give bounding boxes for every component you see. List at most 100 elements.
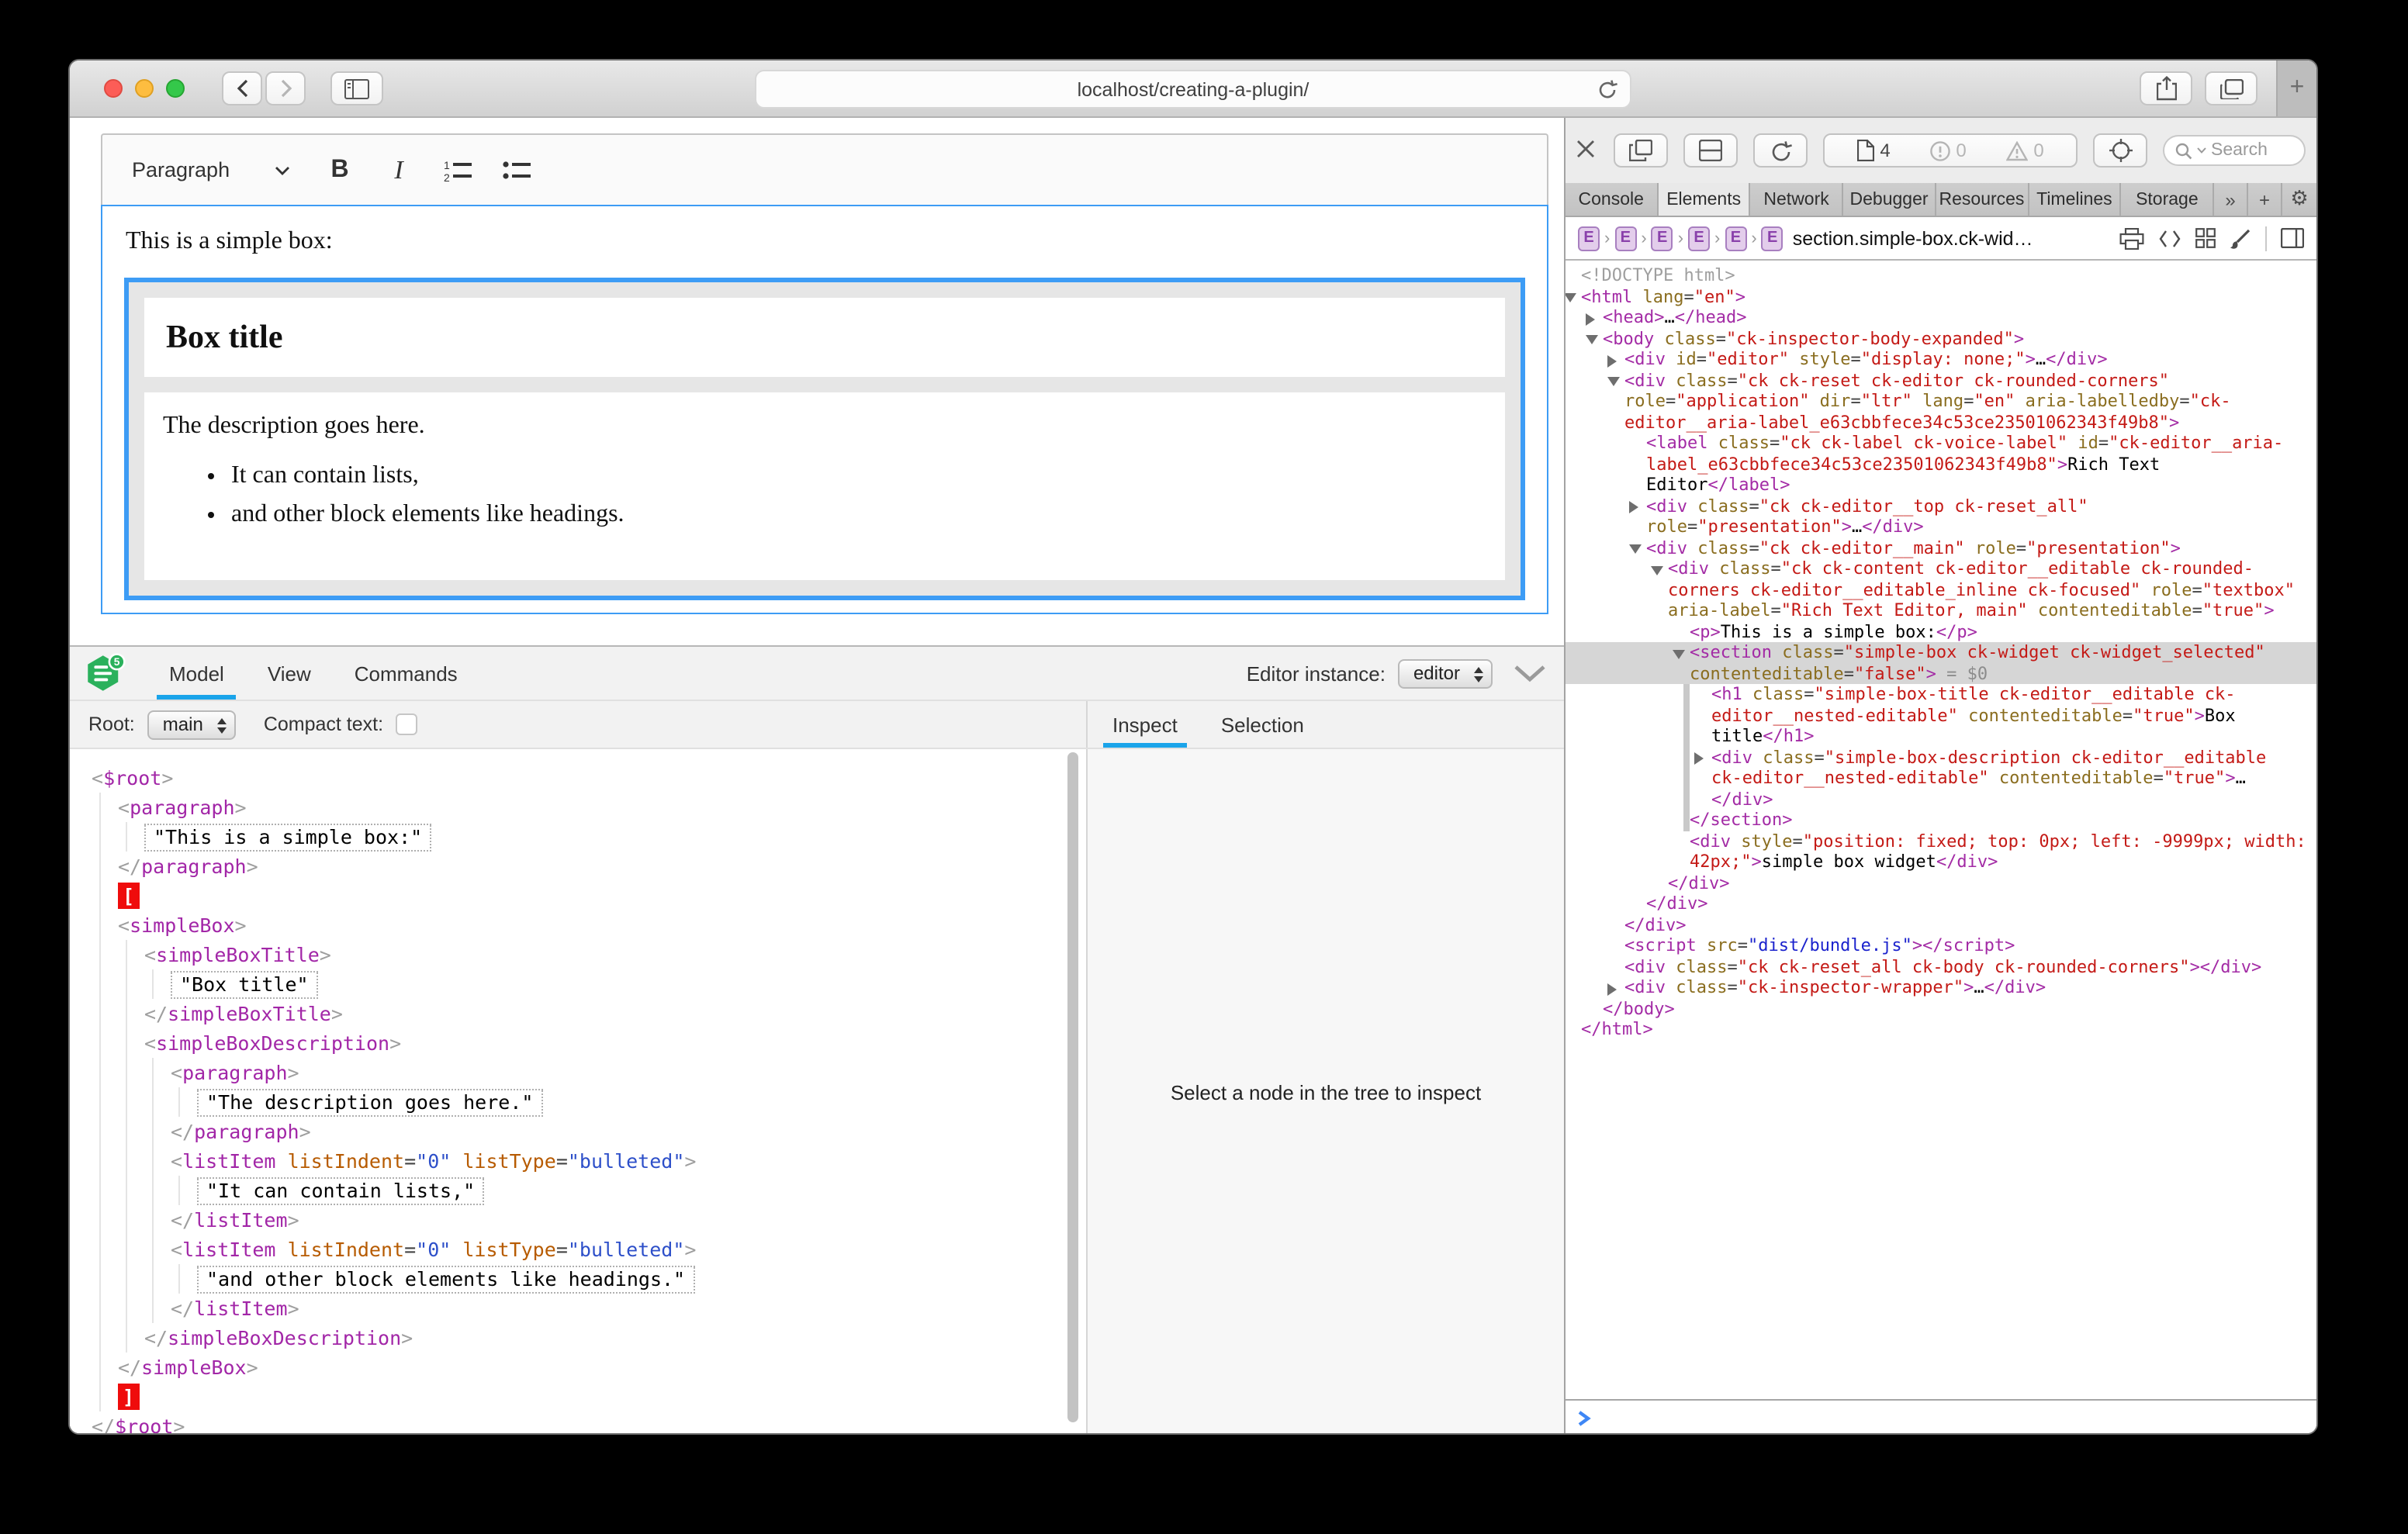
model-element-close[interactable]: </simpleBox> (118, 1353, 1086, 1382)
model-element-close[interactable]: </listItem> (171, 1294, 1086, 1323)
dom-node-line[interactable]: <div style="position: fixed; top: 0px; l… (1566, 831, 2316, 872)
dom-node-line[interactable]: <body class="ck-inspector-body-expanded"… (1566, 328, 2316, 349)
root-select[interactable]: main (147, 710, 236, 739)
disclosure-open-icon[interactable] (1607, 377, 1620, 386)
simple-box-title-area[interactable]: Box title (144, 298, 1505, 377)
editor-instance-select[interactable]: editor (1398, 658, 1493, 688)
element-picker-button[interactable] (2093, 133, 2147, 168)
dom-node-line[interactable]: <head>…</head> (1566, 307, 2316, 328)
close-inspector-button[interactable] (1576, 140, 1598, 161)
list-item[interactable]: It can contain lists, (231, 462, 1486, 490)
disclosure-closed-icon[interactable] (1694, 752, 1704, 765)
disclosure-open-icon[interactable] (1673, 649, 1685, 658)
model-text-node[interactable]: "Box title" (171, 969, 1086, 999)
reload-page-button[interactable] (1753, 133, 1808, 168)
warnings-count-badge[interactable]: 0 (2005, 140, 2043, 161)
model-element-close[interactable]: </simpleBoxDescription> (144, 1323, 1086, 1353)
new-inspector-tab-button[interactable]: + (2248, 183, 2282, 216)
code-brackets-icon[interactable] (2158, 229, 2181, 247)
model-text-node[interactable]: "and other block elements like headings.… (197, 1264, 1086, 1294)
model-text-node[interactable]: "This is a simple box:" (144, 822, 1086, 852)
simple-box-description-area[interactable]: The description goes here. It can contai… (144, 392, 1505, 580)
dom-node-line[interactable]: <!DOCTYPE html> (1566, 265, 2316, 286)
dom-node-line[interactable]: <div class="ck ck-content ck-editor__edi… (1566, 558, 2316, 621)
bulleted-list-button[interactable] (493, 147, 540, 193)
tab-overflow-button[interactable]: » (2214, 183, 2248, 216)
ck-panel-tab[interactable]: Inspect (1094, 701, 1196, 748)
editor-editable-area[interactable]: This is a simple box: Box title The desc… (101, 205, 1548, 614)
brush-icon[interactable] (2230, 227, 2251, 249)
bold-button[interactable]: B (317, 147, 363, 193)
settings-gear-icon[interactable]: ⚙ (2282, 183, 2316, 216)
disclosure-closed-icon[interactable] (1586, 313, 1595, 325)
model-element-open[interactable]: <simpleBoxTitle> (144, 940, 1086, 969)
details-sidebar-icon[interactable] (2281, 228, 2304, 248)
dom-node-line[interactable]: <label class="ck ck-label ck-voice-label… (1566, 433, 2316, 496)
inspector-tab-network[interactable]: Network (1751, 183, 1843, 216)
resource-status-group[interactable]: 4 0 0 (1823, 133, 2078, 168)
disclosure-closed-icon[interactable] (1629, 501, 1638, 513)
box-title-heading[interactable]: Box title (166, 318, 1483, 357)
dom-node-line[interactable]: <div class="simple-box-description ck-ed… (1566, 747, 2316, 810)
element-badge[interactable]: E (1578, 226, 1600, 250)
dom-node-line[interactable]: </section> (1566, 810, 2316, 831)
disclosure-closed-icon[interactable] (1607, 354, 1617, 367)
detach-inspector-button[interactable] (1614, 133, 1668, 168)
minimize-window-button[interactable] (135, 79, 154, 98)
dom-node-line[interactable]: <div class="ck ck-editor__main" role="pr… (1566, 537, 2316, 558)
box-description-paragraph[interactable]: The description goes here. (163, 413, 1486, 441)
zoom-window-button[interactable] (166, 79, 185, 98)
close-window-button[interactable] (104, 79, 123, 98)
inspector-tab-timelines[interactable]: Timelines (2029, 183, 2121, 216)
dom-node-line[interactable]: <div class="ck ck-editor__top ck-reset_a… (1566, 496, 2316, 537)
new-tab-button[interactable]: + (2276, 60, 2316, 116)
element-badge[interactable]: E (1614, 226, 1636, 250)
element-badge[interactable]: E (1652, 226, 1673, 250)
model-element-open[interactable]: <paragraph> (118, 793, 1086, 822)
ck-panel-tab[interactable]: Selection (1202, 701, 1323, 748)
errors-count-badge[interactable]: 0 (1929, 140, 1966, 161)
inspector-tab-debugger[interactable]: Debugger (1843, 183, 1936, 216)
model-element-open[interactable]: <listItem listIndent="0" listType="bulle… (171, 1235, 1086, 1264)
address-bar[interactable]: localhost/creating-a-plugin/ (755, 70, 1631, 109)
model-text-node[interactable]: "The description goes here." (197, 1087, 1086, 1117)
model-text-node[interactable]: "It can contain lists," (197, 1176, 1086, 1205)
inspector-tab-console[interactable]: Console (1566, 183, 1658, 216)
dom-node-line[interactable]: <div class="ck-inspector-wrapper">…</div… (1566, 977, 2316, 998)
dom-node-line[interactable]: </div> (1566, 914, 2316, 935)
print-icon[interactable] (2119, 227, 2144, 249)
list-item[interactable]: and other block elements like headings. (231, 501, 1486, 529)
model-element-close[interactable]: </simpleBoxTitle> (144, 999, 1086, 1028)
model-element-close[interactable]: </$root> (92, 1411, 1086, 1435)
paragraph-dropdown[interactable]: Paragraph (118, 147, 304, 193)
dom-node-line[interactable]: </div> (1566, 893, 2316, 914)
reload-icon[interactable] (1597, 79, 1617, 101)
dom-node-line[interactable]: <div class="ck ck-reset_all ck-body ck-r… (1566, 956, 2316, 977)
model-element-open[interactable]: <$root> (92, 763, 1086, 793)
dom-node-line[interactable]: <h1 class="simple-box-title ck-editor__e… (1566, 684, 2316, 747)
tree-scrollbar[interactable] (1067, 752, 1078, 1422)
dom-node-line[interactable]: </body> (1566, 998, 2316, 1019)
disclosure-open-icon[interactable] (1629, 544, 1642, 554)
editor-paragraph[interactable]: This is a simple box: (126, 228, 1525, 256)
model-element-close[interactable]: </listItem> (171, 1205, 1086, 1235)
disclosure-open-icon[interactable] (1566, 293, 1576, 302)
model-element-open[interactable]: <paragraph> (171, 1058, 1086, 1087)
element-badge[interactable]: E (1725, 226, 1746, 250)
inspector-tab-elements[interactable]: Elements (1658, 183, 1750, 216)
disclosure-open-icon[interactable] (1651, 565, 1663, 575)
disclosure-closed-icon[interactable] (1607, 983, 1617, 995)
element-badge[interactable]: E (1762, 226, 1784, 250)
inspector-search-field[interactable]: Search (2163, 135, 2306, 166)
ck-inspector-tab[interactable]: Model (147, 647, 246, 700)
dom-node-line[interactable]: </html> (1566, 1019, 2316, 1040)
share-button[interactable] (2140, 71, 2192, 105)
dom-node-line[interactable]: <p>This is a simple box:</p> (1566, 621, 2316, 642)
numbered-list-button[interactable]: 12 (434, 147, 481, 193)
breadcrumb-selected-label[interactable]: section.simple-box.ck-wid… (1793, 227, 2033, 249)
tab-overview-button[interactable] (2205, 71, 2258, 105)
dom-node-line[interactable]: <html lang="en"> (1566, 286, 2316, 307)
model-element-open[interactable]: <listItem listIndent="0" listType="bulle… (171, 1146, 1086, 1176)
documents-count-badge[interactable]: 4 (1856, 140, 1890, 161)
model-element-open[interactable]: <simpleBox> (118, 910, 1086, 940)
